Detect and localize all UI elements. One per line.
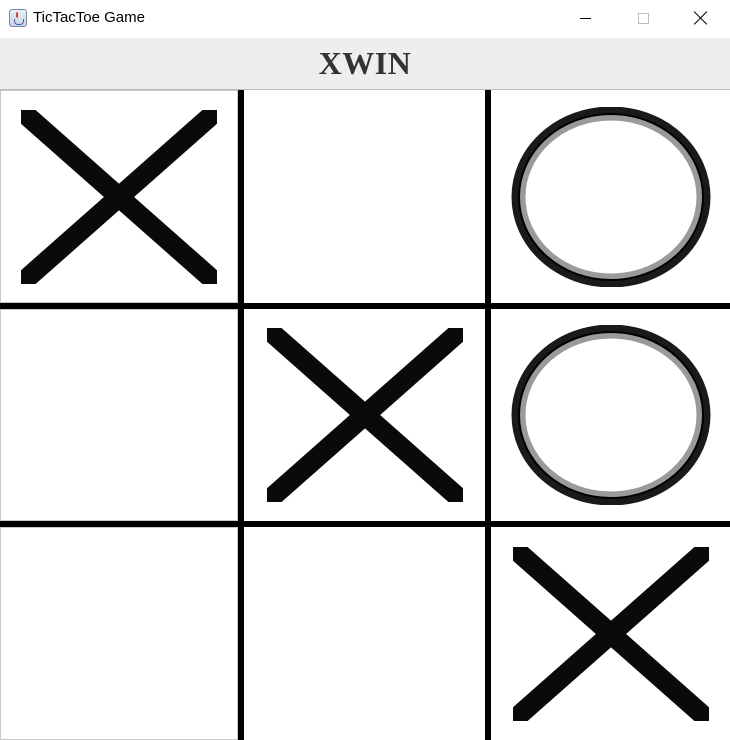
game-board [0,90,730,740]
close-icon [694,11,708,25]
board-cell[interactable] [491,90,730,303]
board-cell[interactable] [244,90,485,303]
window-title: TicTacToe Game [33,9,145,26]
minimize-button[interactable] [556,0,614,36]
x-mark-icon [512,546,709,721]
close-button[interactable] [672,0,730,36]
x-mark-icon [266,328,463,502]
board-cell[interactable] [491,309,730,521]
java-cup-icon [9,9,27,27]
window-titlebar: TicTacToe Game [0,0,730,38]
maximize-icon [637,12,649,24]
game-status-text: XWIN [318,45,412,81]
x-mark-icon [21,109,217,284]
status-banner: XWIN [0,38,730,90]
minimize-icon [579,17,591,19]
o-mark-icon [511,106,710,287]
board-cell[interactable] [244,527,485,740]
board-cell[interactable] [0,527,238,740]
board-cell[interactable] [0,309,238,521]
maximize-button[interactable] [614,0,672,36]
board-cell[interactable] [244,309,485,521]
board-cell[interactable] [491,527,730,740]
board-cell[interactable] [0,90,238,303]
o-mark-icon [511,325,710,505]
